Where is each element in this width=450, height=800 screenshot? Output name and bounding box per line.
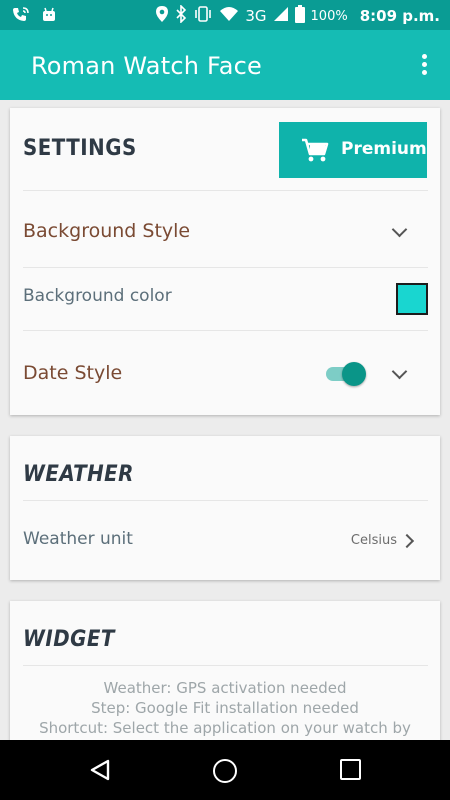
widget-info-weather: Weather: GPS activation needed — [103, 679, 347, 697]
location-icon — [155, 5, 169, 27]
date-style-label: Date Style — [23, 362, 123, 384]
divider — [23, 665, 428, 666]
premium-label: Premium — [341, 139, 427, 159]
weather-unit-value: Celsius — [350, 533, 397, 548]
navigation-bar — [0, 740, 450, 800]
weather-heading: WEATHER — [23, 462, 134, 487]
network-type: 3G — [245, 7, 267, 25]
battery-percent: 100% — [310, 8, 348, 24]
widget-heading: WIDGET — [23, 627, 115, 652]
toggle-knob — [342, 362, 366, 386]
premium-button[interactable]: Premium — [279, 122, 427, 178]
background-style-label: Background Style — [23, 220, 191, 242]
wifi-call-icon — [12, 6, 30, 28]
weather-unit-row[interactable]: Weather unit Celsius — [10, 501, 440, 580]
recents-icon[interactable] — [340, 759, 361, 780]
background-color-label: Background color — [23, 286, 172, 306]
more-vert-icon[interactable] — [420, 54, 428, 78]
chevron-down-icon[interactable] — [391, 363, 408, 380]
weather-unit-label: Weather unit — [23, 529, 133, 549]
settings-heading: SETTINGS — [23, 136, 137, 161]
background-style-row[interactable]: Background Style — [10, 191, 440, 267]
cart-icon — [301, 137, 329, 167]
app-title: Roman Watch Face — [31, 52, 263, 80]
widget-info-step: Step: Google Fit installation needed — [91, 699, 359, 717]
back-icon[interactable] — [89, 759, 111, 785]
bluetooth-icon — [175, 4, 187, 27]
settings-card: SETTINGS Premium Background Style Backgr… — [10, 108, 440, 415]
android-icon — [40, 6, 58, 28]
home-icon[interactable] — [213, 759, 237, 783]
battery-icon — [294, 5, 305, 27]
divider — [23, 330, 428, 331]
clock: 8:09 p.m. — [359, 7, 440, 25]
chevron-right-icon — [399, 533, 415, 549]
status-bar: 3G 100% 8:09 p.m. — [0, 0, 450, 30]
vibrate-icon — [193, 5, 213, 27]
app-bar: Roman Watch Face — [0, 30, 450, 100]
widget-card: WIDGET Weather: GPS activation needed St… — [10, 601, 440, 761]
widget-info-shortcut: Shortcut: Select the application on your… — [39, 719, 411, 737]
signal-icon — [273, 6, 289, 26]
weather-card: WEATHER Weather unit Celsius — [10, 436, 440, 580]
wifi-icon — [219, 5, 239, 27]
chevron-down-icon — [391, 221, 408, 238]
background-color-swatch[interactable] — [396, 283, 428, 315]
